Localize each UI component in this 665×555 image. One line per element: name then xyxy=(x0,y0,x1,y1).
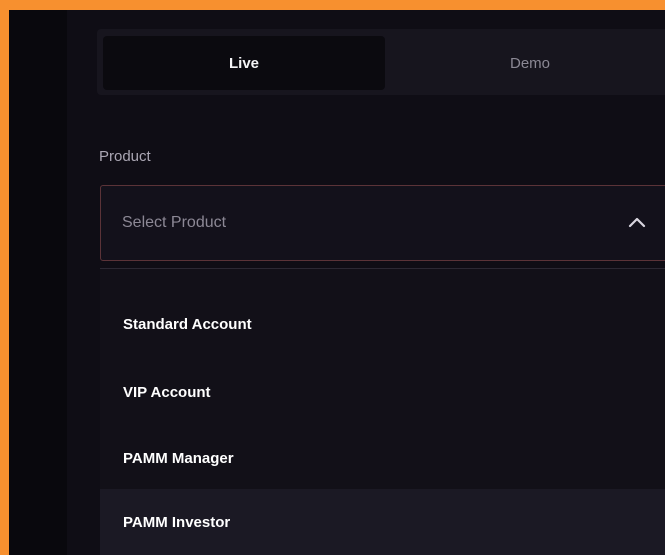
account-type-tabs: Live Demo xyxy=(97,29,665,95)
tab-demo[interactable]: Demo xyxy=(389,36,665,90)
product-dropdown-list: Standard Account VIP Account PAMM Manage… xyxy=(100,268,665,555)
option-vip-account[interactable]: VIP Account xyxy=(100,359,665,425)
option-standard-account[interactable]: Standard Account xyxy=(100,291,665,357)
product-select-placeholder: Select Product xyxy=(122,214,227,231)
product-select[interactable]: Select Product xyxy=(100,185,665,261)
product-field-label: Product xyxy=(99,148,151,165)
tab-live[interactable]: Live xyxy=(103,36,385,90)
chevron-up-icon[interactable] xyxy=(627,214,647,230)
left-sidebar-rail xyxy=(9,10,67,555)
account-form-panel: Live Demo Product Select Product Standar… xyxy=(9,10,665,555)
option-pamm-investor[interactable]: PAMM Investor xyxy=(100,489,665,555)
option-pamm-manager[interactable]: PAMM Manager xyxy=(100,425,665,491)
